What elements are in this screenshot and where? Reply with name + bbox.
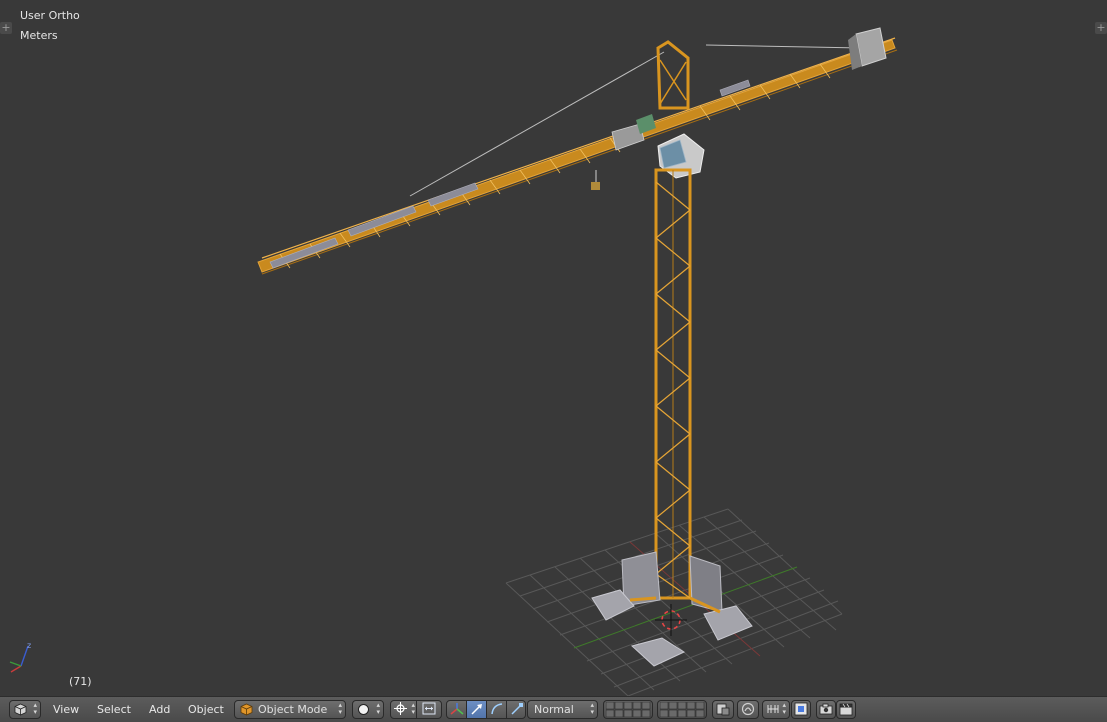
layers-grid-right[interactable]	[657, 700, 707, 719]
rotate-arc-icon	[491, 703, 503, 715]
counterweight	[848, 27, 887, 70]
pivot-snap-group: ▴ ▾	[390, 700, 442, 719]
cube-icon	[14, 703, 27, 716]
proportional-edit-icon	[741, 702, 755, 716]
tower-mast	[654, 168, 692, 600]
3d-view-header: ▴ ▾ View Select Add Object Object Mode ▴ ▾…	[0, 696, 1107, 722]
menu-select[interactable]: Select	[97, 700, 131, 719]
layer-buttons-icon	[606, 702, 651, 717]
rotate-manipulator-button[interactable]	[487, 701, 507, 718]
render-opengl-button[interactable]	[816, 700, 836, 719]
menu-object[interactable]: Object	[188, 700, 224, 719]
translate-manipulator-button[interactable]	[467, 701, 487, 718]
manipulate-center-button[interactable]	[417, 701, 442, 718]
scale-manipulator-button[interactable]	[507, 701, 527, 718]
3d-viewport[interactable]: User Ortho Meters + + (71) z	[0, 0, 1107, 696]
render-animation-button[interactable]	[836, 700, 856, 719]
concrete-base	[591, 551, 753, 667]
mode-label: Object Mode	[258, 703, 328, 716]
solid-shading-icon	[358, 704, 369, 715]
snap-toggle-button[interactable]	[791, 700, 811, 719]
crane-jib	[257, 37, 898, 275]
blender-window: User Ortho Meters + + (71) z ▴ ▾ View Se…	[0, 0, 1107, 722]
scale-icon	[511, 703, 523, 715]
layer-buttons-icon	[660, 702, 705, 717]
translate-arrow-icon	[471, 704, 482, 715]
counter-jib-tie-rod	[705, 44, 863, 49]
proportional-edit-button[interactable]	[737, 700, 759, 719]
mode-selector[interactable]: Object Mode ▴ ▾	[234, 700, 346, 719]
orientation-label: Normal	[534, 703, 574, 716]
axis-gizmo-icon: z	[9, 641, 31, 673]
tower-head	[656, 40, 690, 110]
snap-element-selector[interactable]: ▴ ▾	[762, 700, 790, 719]
axis-arrows-icon	[450, 703, 464, 715]
snap-magnet-icon	[794, 702, 808, 716]
pivot-icon	[394, 702, 407, 715]
camera-icon	[819, 703, 833, 715]
clapperboard-icon	[839, 703, 853, 716]
crane-scene[interactable]: z	[0, 0, 1107, 696]
menu-view[interactable]: View	[53, 700, 79, 719]
manipulator-group	[446, 700, 526, 719]
layers-grid-left[interactable]	[603, 700, 653, 719]
floor-grid	[505, 508, 843, 696]
layers-lock-icon	[716, 703, 730, 716]
hook-block	[591, 170, 600, 190]
pivot-point-button[interactable]: ▴ ▾	[391, 701, 417, 718]
lock-camera-layers-button[interactable]	[712, 700, 734, 719]
transform-orientation-selector[interactable]: Normal ▴ ▾	[527, 700, 598, 719]
center-points-icon	[422, 702, 436, 715]
menu-add[interactable]: Add	[149, 700, 170, 719]
viewport-shading-selector[interactable]: ▴ ▾	[352, 700, 384, 719]
snap-increment-icon	[767, 705, 779, 713]
editor-type-button[interactable]: ▴ ▾	[9, 700, 41, 719]
manipulator-toggle-button[interactable]	[447, 701, 467, 718]
object-mode-icon	[240, 703, 253, 716]
svg-text:z: z	[27, 641, 31, 650]
